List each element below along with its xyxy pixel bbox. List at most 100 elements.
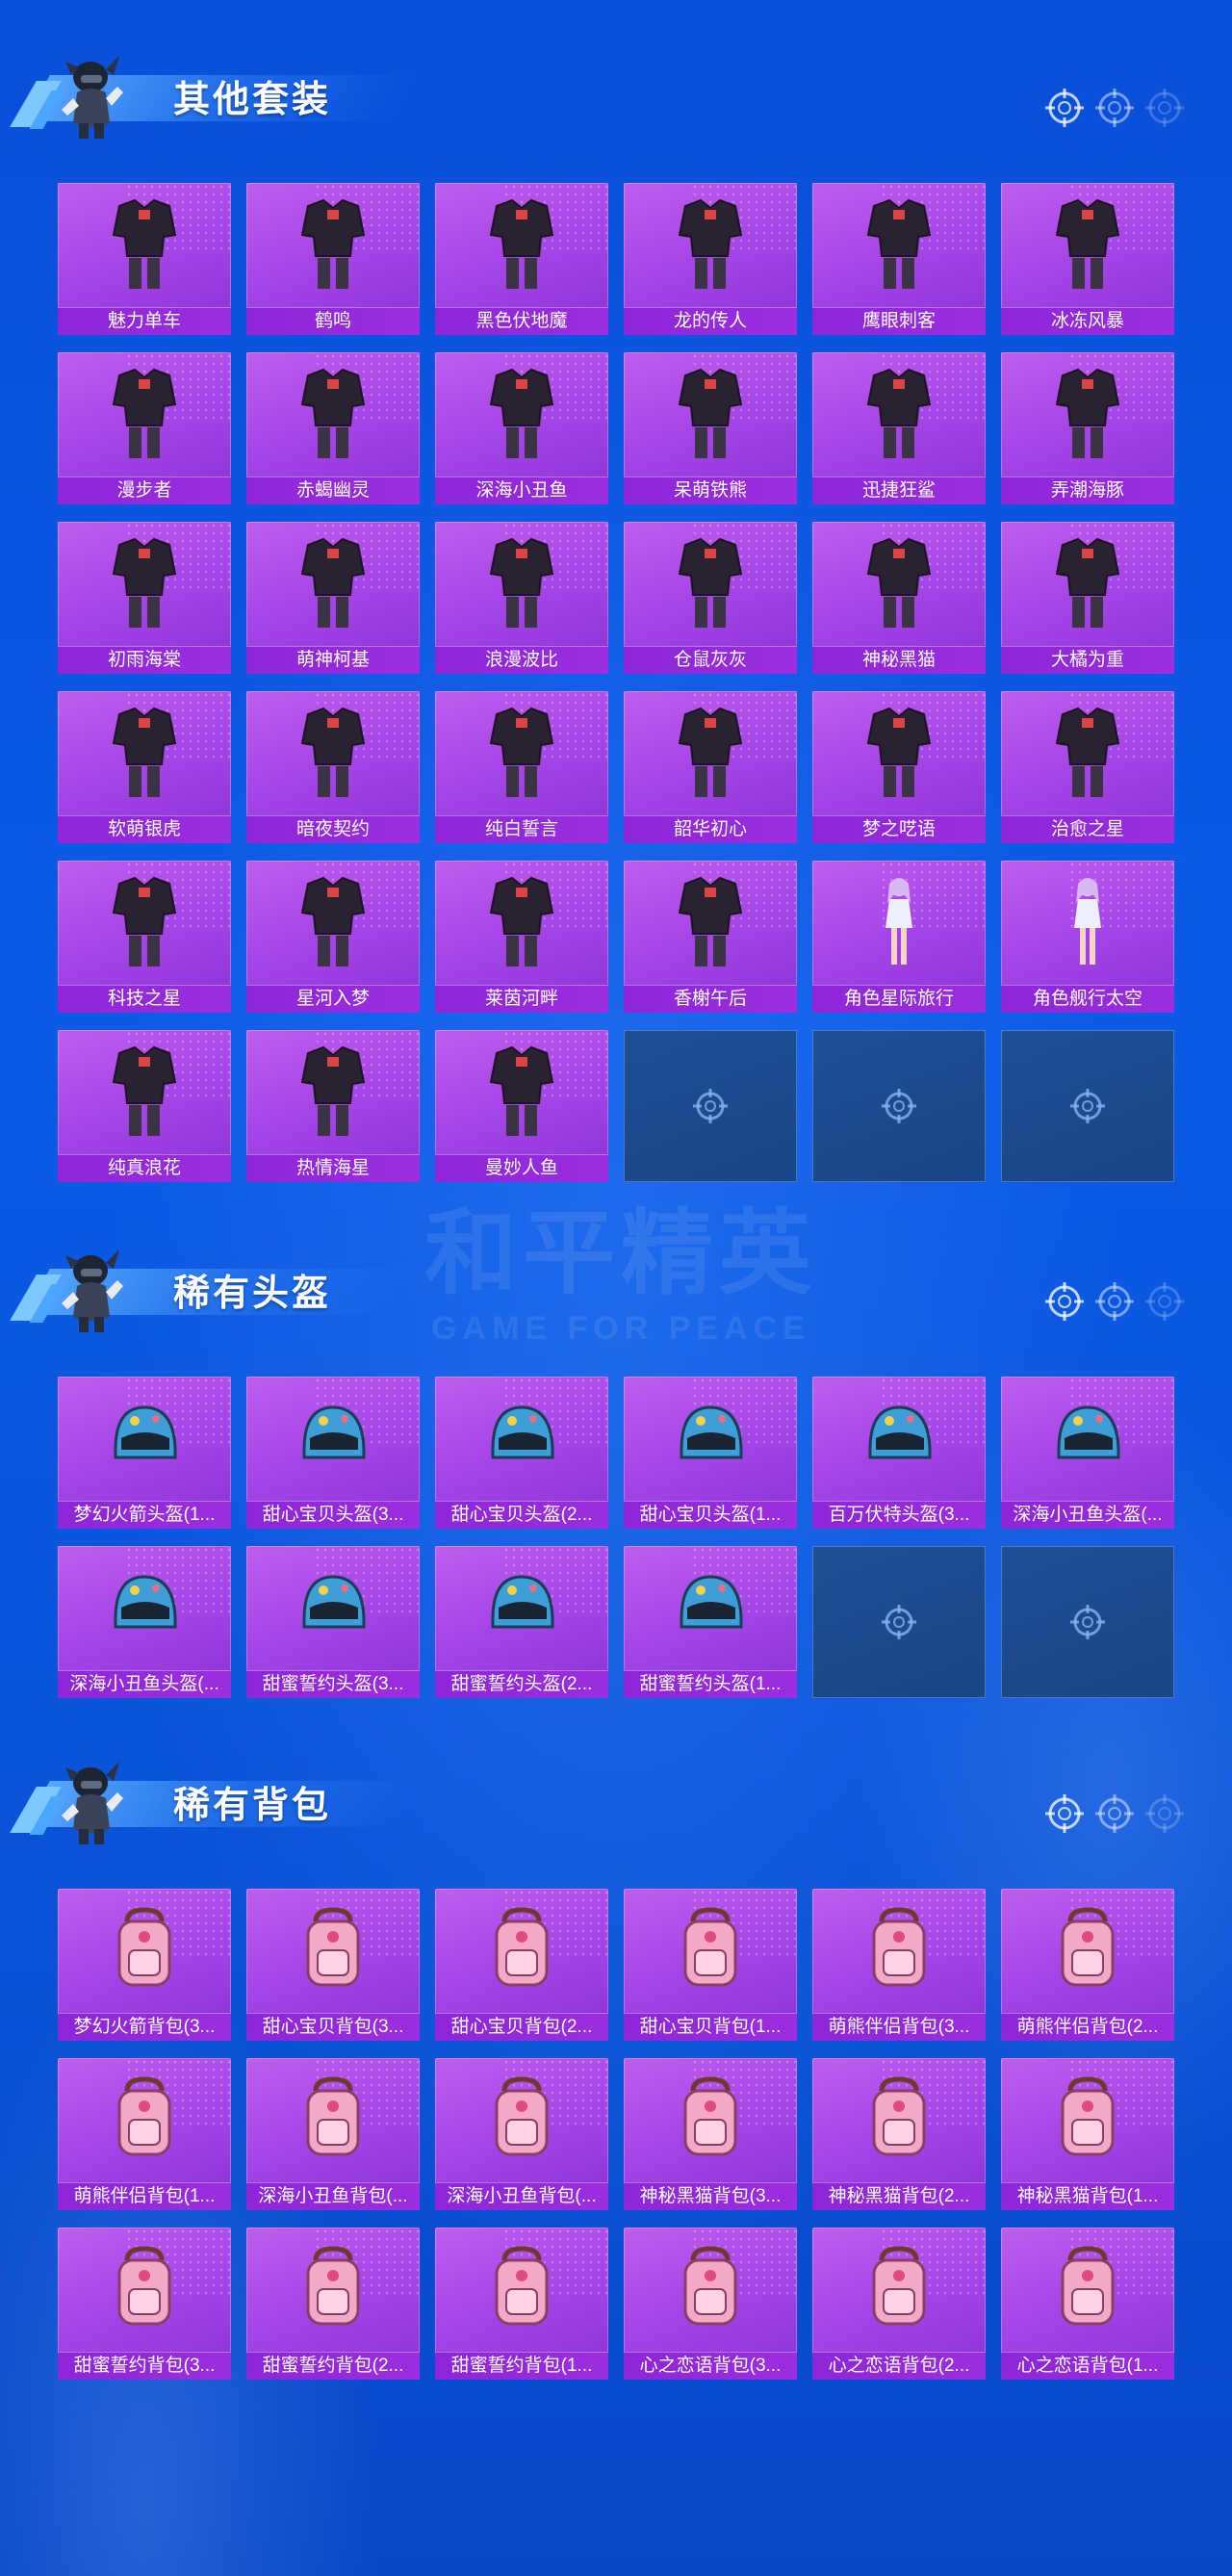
item-tile[interactable]: 甜心宝贝背包(3... xyxy=(246,1889,420,2041)
item-tile[interactable]: 梦幻火箭背包(3... xyxy=(58,1889,231,2041)
item-tile[interactable]: 甜心宝贝头盔(2... xyxy=(435,1377,608,1529)
item-tile[interactable]: 深海小丑鱼 xyxy=(435,352,608,504)
outfit-icon xyxy=(106,535,183,631)
item-tile[interactable]: 莱茵河畔 xyxy=(435,861,608,1013)
backpack-icon xyxy=(483,2241,560,2337)
item-tile[interactable]: 甜心宝贝头盔(3... xyxy=(246,1377,420,1529)
item-tile[interactable]: 甜蜜誓约头盔(3... xyxy=(246,1546,420,1698)
item-tile[interactable]: 香榭午后 xyxy=(624,861,797,1013)
soldier-mascot-icon xyxy=(62,1249,123,1332)
item-tile[interactable]: 星河入梦 xyxy=(246,861,420,1013)
outfit-icon xyxy=(295,1043,372,1140)
item-tile[interactable]: 软萌银虎 xyxy=(58,691,231,843)
item-tile[interactable]: 科技之星 xyxy=(58,861,231,1013)
item-label: 神秘黑猫背包(3... xyxy=(624,2182,797,2210)
item-label: 萌熊伴侣背包(3... xyxy=(812,2013,986,2041)
item-tile[interactable]: 纯白誓言 xyxy=(435,691,608,843)
item-tile[interactable]: 深海小丑鱼背包(... xyxy=(435,2058,608,2210)
item-tile[interactable]: 甜心宝贝背包(2... xyxy=(435,1889,608,2041)
backpack-icon xyxy=(1049,2072,1126,2168)
crosshair-icon xyxy=(1070,1089,1105,1123)
item-tile[interactable]: 萌熊伴侣背包(1... xyxy=(58,2058,231,2210)
item-tile[interactable]: 弄潮海豚 xyxy=(1001,352,1174,504)
item-tile[interactable]: 神秘黑猫背包(3... xyxy=(624,2058,797,2210)
section-header: 稀有背包 xyxy=(10,1754,431,1850)
item-label: 甜心宝贝头盔(3... xyxy=(246,1501,420,1529)
item-tile[interactable]: 漫步者 xyxy=(58,352,231,504)
outfit-icon xyxy=(483,366,560,462)
item-tile[interactable]: 冰冻风暴 xyxy=(1001,183,1174,335)
item-tile[interactable]: 甜蜜誓约背包(1... xyxy=(435,2228,608,2380)
item-tile[interactable]: 甜心宝贝背包(1... xyxy=(624,1889,797,2041)
backpack-icon xyxy=(483,1902,560,1998)
outfit-icon xyxy=(672,366,749,462)
item-tile[interactable]: 热情海星 xyxy=(246,1030,420,1182)
outfit-icon xyxy=(106,196,183,293)
item-label: 纯白誓言 xyxy=(435,815,608,843)
item-tile[interactable]: 迅捷狂鲨 xyxy=(812,352,986,504)
item-label: 热情海星 xyxy=(246,1154,420,1182)
item-label: 百万伏特头盔(3... xyxy=(812,1501,986,1529)
item-tile[interactable]: 深海小丑鱼头盔(... xyxy=(1001,1377,1174,1529)
item-tile[interactable]: 百万伏特头盔(3... xyxy=(812,1377,986,1529)
item-label: 萌熊伴侣背包(1... xyxy=(58,2182,231,2210)
item-tile[interactable]: 神秘黑猫背包(1... xyxy=(1001,2058,1174,2210)
outfit-icon xyxy=(106,874,183,970)
item-tile[interactable]: 魅力单车 xyxy=(58,183,231,335)
item-tile[interactable]: 梦之呓语 xyxy=(812,691,986,843)
item-tile[interactable]: 深海小丑鱼头盔(... xyxy=(58,1546,231,1698)
item-label: 深海小丑鱼 xyxy=(435,477,608,504)
item-label: 甜蜜誓约背包(1... xyxy=(435,2352,608,2380)
item-tile[interactable]: 治愈之星 xyxy=(1001,691,1174,843)
item-label: 香榭午后 xyxy=(624,985,797,1013)
item-tile[interactable]: 仓鼠灰灰 xyxy=(624,522,797,674)
item-tile[interactable]: 梦幻火箭头盔(1... xyxy=(58,1377,231,1529)
item-tile[interactable]: 神秘黑猫背包(2... xyxy=(812,2058,986,2210)
item-tile[interactable]: 甜心宝贝头盔(1... xyxy=(624,1377,797,1529)
item-tile[interactable]: 初雨海棠 xyxy=(58,522,231,674)
outfit-icon xyxy=(483,705,560,801)
backpack-icon xyxy=(295,2241,372,2337)
item-tile[interactable]: 鹰眼刺客 xyxy=(812,183,986,335)
item-tile[interactable]: 心之恋语背包(3... xyxy=(624,2228,797,2380)
item-tile[interactable]: 角色星际旅行 xyxy=(812,861,986,1013)
item-tile[interactable]: 曼妙人鱼 xyxy=(435,1030,608,1182)
item-tile[interactable]: 赤蝎幽灵 xyxy=(246,352,420,504)
item-tile[interactable]: 暗夜契约 xyxy=(246,691,420,843)
item-tile[interactable]: 甜蜜誓约头盔(2... xyxy=(435,1546,608,1698)
outfit-icon xyxy=(672,196,749,293)
item-label: 甜心宝贝背包(1... xyxy=(624,2013,797,2041)
item-tile[interactable]: 浪漫波比 xyxy=(435,522,608,674)
item-tile[interactable]: 角色舰行太空 xyxy=(1001,861,1174,1013)
item-tile[interactable]: 黑色伏地魔 xyxy=(435,183,608,335)
item-tile[interactable]: 呆萌铁熊 xyxy=(624,352,797,504)
item-tile[interactable]: 大橘为重 xyxy=(1001,522,1174,674)
character-icon xyxy=(860,874,937,970)
item-label: 萌熊伴侣背包(2... xyxy=(1001,2013,1174,2041)
backpack-icon xyxy=(860,1902,937,1998)
item-tile[interactable]: 甜蜜誓约头盔(1... xyxy=(624,1546,797,1698)
outfit-icon xyxy=(295,535,372,631)
item-tile[interactable]: 甜蜜誓约背包(2... xyxy=(246,2228,420,2380)
item-tile[interactable]: 甜蜜誓约背包(3... xyxy=(58,2228,231,2380)
item-label: 神秘黑猫 xyxy=(812,646,986,674)
item-tile[interactable]: 韶华初心 xyxy=(624,691,797,843)
backpack-icon xyxy=(106,1902,183,1998)
item-tile[interactable]: 萌神柯基 xyxy=(246,522,420,674)
outfit-icon xyxy=(483,874,560,970)
item-tile[interactable]: 萌熊伴侣背包(3... xyxy=(812,1889,986,2041)
item-tile[interactable]: 萌熊伴侣背包(2... xyxy=(1001,1889,1174,2041)
item-label: 深海小丑鱼头盔(... xyxy=(58,1670,231,1698)
item-label: 鹰眼刺客 xyxy=(812,307,986,335)
item-tile[interactable]: 纯真浪花 xyxy=(58,1030,231,1182)
item-label: 魅力单车 xyxy=(58,307,231,335)
backpack-icon xyxy=(106,2241,183,2337)
item-tile[interactable]: 龙的传人 xyxy=(624,183,797,335)
item-tile[interactable]: 神秘黑猫 xyxy=(812,522,986,674)
item-tile[interactable]: 心之恋语背包(1... xyxy=(1001,2228,1174,2380)
helmet-icon xyxy=(483,1559,560,1656)
item-tile[interactable]: 鹤鸣 xyxy=(246,183,420,335)
item-tile[interactable]: 心之恋语背包(2... xyxy=(812,2228,986,2380)
item-tile[interactable]: 深海小丑鱼背包(... xyxy=(246,2058,420,2210)
backpack-icon xyxy=(483,2072,560,2168)
